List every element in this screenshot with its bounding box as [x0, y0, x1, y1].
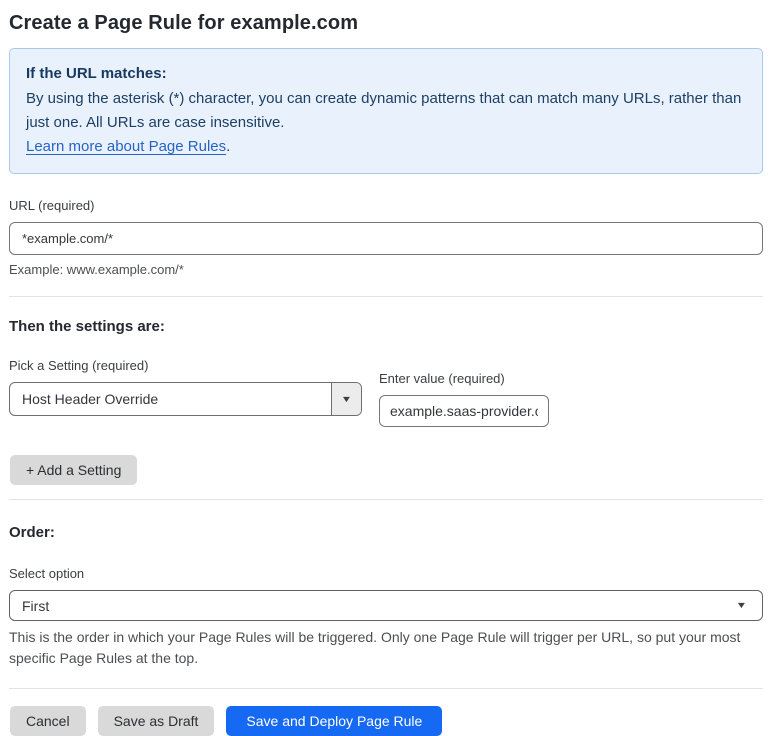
order-select[interactable]: First ▼: [9, 590, 763, 621]
page-title: Create a Page Rule for example.com: [9, 12, 359, 34]
info-box-heading: If the URL matches:: [26, 65, 167, 82]
divider: [9, 296, 763, 297]
info-box-body: By using the asterisk (*) character, you…: [26, 90, 742, 131]
setting-row: Pick a Setting (required) Host Header Ov…: [9, 358, 763, 427]
divider: [9, 688, 763, 689]
setting-value-column: Enter value (required): [379, 358, 549, 427]
setting-select-caret-button[interactable]: ▼: [331, 383, 361, 415]
url-match-info-box: If the URL matches: By using the asteris…: [9, 48, 763, 174]
url-example-text: Example: www.example.com/*: [9, 262, 184, 277]
order-select-label: Select option: [9, 566, 85, 581]
setting-picker-column: Pick a Setting (required) Host Header Ov…: [9, 358, 362, 427]
setting-select[interactable]: Host Header Override ▼: [9, 382, 362, 416]
order-select-value: First: [22, 597, 50, 614]
info-box-link-line: Learn more about Page Rules.: [26, 135, 746, 159]
chevron-down-icon: ▼: [735, 600, 748, 610]
setting-value-label: Enter value (required): [379, 371, 505, 386]
settings-section-heading: Then the settings are:: [9, 318, 165, 335]
divider: [9, 499, 763, 500]
setting-select-value: Host Header Override: [22, 391, 159, 407]
url-field-label: URL (required): [9, 198, 95, 213]
url-input[interactable]: [9, 222, 763, 255]
add-setting-button[interactable]: + Add a Setting: [10, 455, 138, 485]
order-section-heading: Order:: [9, 524, 55, 541]
page-rule-form: Create a Page Rule for example.com If th…: [0, 0, 772, 736]
order-helper-text: This is the order in which your Page Rul…: [9, 629, 741, 666]
learn-more-link[interactable]: Learn more about Page Rules: [26, 138, 226, 155]
setting-value-input[interactable]: [379, 395, 549, 427]
link-suffix: .: [226, 138, 231, 155]
chevron-down-icon: ▼: [340, 393, 353, 404]
setting-picker-label: Pick a Setting (required): [9, 358, 149, 373]
